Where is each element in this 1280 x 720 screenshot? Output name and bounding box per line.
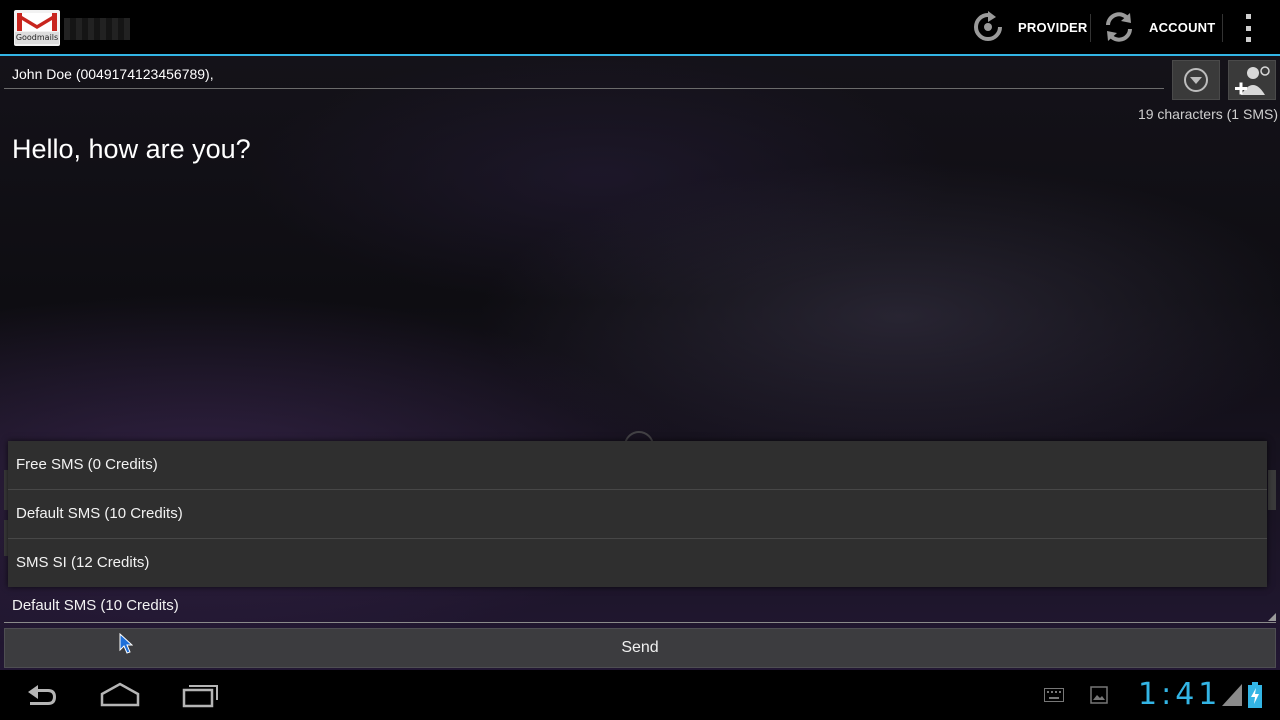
sms-type-spinner[interactable]: Default SMS (10 Credits) <box>4 590 1276 623</box>
action-bar: Goodmails PROVIDER ACCOUNT <box>0 0 1280 56</box>
system-bar <box>0 670 1280 720</box>
sync-icon <box>1106 12 1132 42</box>
battery-charging-icon <box>1248 682 1262 708</box>
add-contact-icon <box>1235 66 1270 95</box>
signal-icon <box>1222 684 1242 706</box>
recipient-value: John Doe (0049174123456789), <box>12 66 214 82</box>
mouse-cursor-icon <box>119 633 133 654</box>
expand-contacts-button[interactable] <box>1172 60 1220 100</box>
add-contact-button[interactable] <box>1228 60 1276 100</box>
divider <box>1090 14 1091 42</box>
account-button[interactable]: ACCOUNT <box>1103 0 1215 54</box>
dropdown-option[interactable]: SMS SI (12 Credits) <box>8 539 1267 587</box>
sms-type-dropdown-list: Free SMS (0 Credits) Default SMS (10 Cre… <box>8 441 1267 587</box>
provider-label: PROVIDER <box>1018 19 1088 35</box>
image-notification-icon <box>1090 686 1108 704</box>
app-logo[interactable]: Goodmails <box>14 10 60 46</box>
home-icon[interactable] <box>98 678 142 712</box>
account-label: ACCOUNT <box>1149 19 1216 35</box>
logo-caption: Goodmails <box>15 32 59 44</box>
option-label: SMS SI (12 Credits) <box>16 554 150 571</box>
recent-apps-icon[interactable] <box>178 678 222 712</box>
hidden-control-edge <box>1268 470 1276 510</box>
option-label: Free SMS (0 Credits) <box>16 456 158 473</box>
message-body[interactable]: Hello, how are you? <box>12 134 251 165</box>
dropdown-option[interactable]: Free SMS (0 Credits) <box>8 441 1267 489</box>
option-label: Default SMS (10 Credits) <box>16 505 183 522</box>
back-icon[interactable] <box>18 678 62 712</box>
envelope-icon <box>17 13 57 31</box>
divider <box>1222 14 1223 42</box>
character-count: 19 characters (1 SMS) <box>1137 106 1278 122</box>
send-button[interactable]: Send <box>4 628 1276 668</box>
spinner-selected-value: Default SMS (10 Credits) <box>12 597 179 614</box>
keyboard-icon <box>1044 688 1064 702</box>
recipient-field[interactable]: John Doe (0049174123456789), <box>4 60 1164 89</box>
chevron-down-circle-icon <box>1184 68 1208 92</box>
spinner-arrow-icon <box>1268 613 1276 621</box>
dropdown-option[interactable]: Default SMS (10 Credits) <box>8 490 1267 538</box>
refresh-icon <box>974 11 1002 41</box>
account-name-redacted <box>64 18 130 40</box>
provider-button[interactable]: PROVIDER <box>972 0 1088 54</box>
status-clock: 1:41 <box>1138 677 1222 712</box>
overflow-menu-icon[interactable] <box>1240 14 1256 42</box>
